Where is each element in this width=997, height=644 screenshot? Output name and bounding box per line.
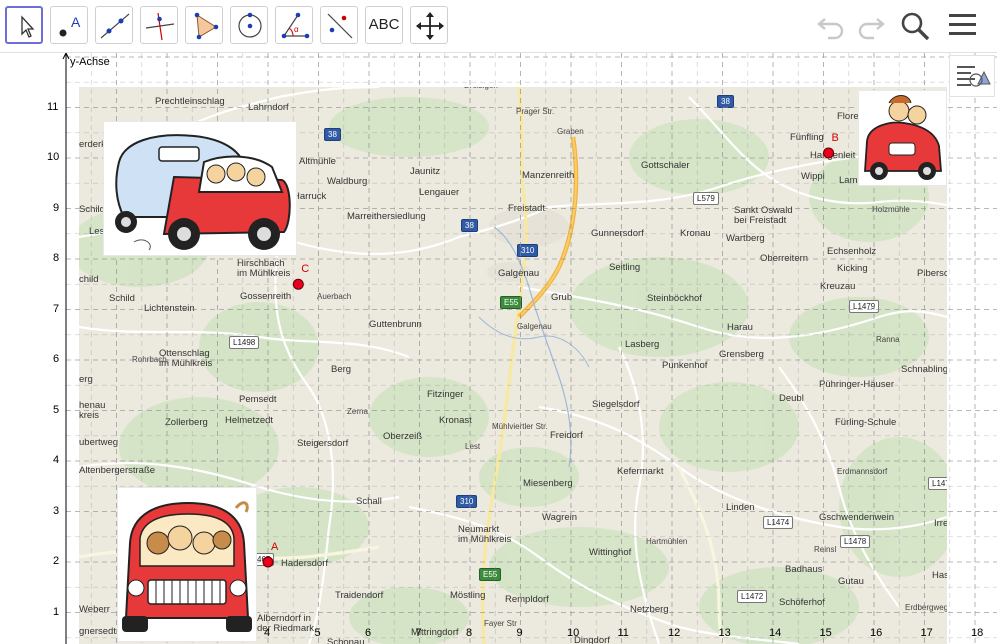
camper-van-illustration (115, 134, 291, 251)
polygon-icon (194, 12, 219, 40)
x-tick-label: 13 (718, 627, 731, 639)
line-tool-button[interactable] (95, 6, 133, 44)
x-tick-label: 11 (617, 627, 629, 639)
reflect-tool-button[interactable] (320, 6, 358, 44)
y-tick-label: 4 (53, 454, 60, 466)
y-tick-label: 5 (53, 403, 60, 416)
angle-icon: α (281, 12, 310, 39)
line-icon (100, 13, 130, 39)
camper-van-cartoon-image[interactable] (103, 121, 297, 256)
point-c[interactable] (292, 278, 304, 290)
graphics-view[interactable]: PrechtleinschlagLahrndorfAltmühleHarruck… (0, 53, 997, 644)
x-tick-label: 6 (365, 627, 372, 639)
menu-icon[interactable] (946, 10, 980, 40)
x-tick-label: 8 (466, 627, 473, 639)
text-tool-button[interactable]: ABC (365, 6, 403, 44)
y-tick-label: 2 (53, 555, 60, 567)
x-tick-label: 16 (870, 627, 883, 639)
x-tick-label: 15 (819, 627, 832, 639)
perpendicular-tool-button[interactable] (140, 6, 178, 44)
point-b[interactable] (823, 147, 835, 159)
toolbar: A α ABC (0, 0, 997, 53)
svg-text:α: α (294, 25, 299, 34)
point-tool-button[interactable]: A (50, 6, 88, 44)
polygon-tool-button[interactable] (185, 6, 223, 44)
point-label-a: A (271, 541, 279, 553)
x-tick-label: 14 (769, 627, 782, 639)
y-tick-label: 10 (47, 151, 60, 163)
redo-icon[interactable] (853, 10, 887, 40)
cursor-arrow-icon (21, 15, 35, 38)
move-tool-button[interactable] (5, 6, 43, 44)
move-arrows-icon (416, 12, 444, 40)
family-car-cartoon-image[interactable] (117, 487, 257, 642)
angle-tool-button[interactable]: α (275, 6, 313, 44)
point-icon: A (59, 14, 81, 37)
undo-icon[interactable] (815, 10, 849, 40)
x-tick-label: 9 (516, 627, 523, 639)
text-tool-label: ABC (368, 16, 400, 33)
reflect-line-icon (327, 13, 353, 39)
x-tick-label: 7 (415, 627, 422, 639)
x-tick-label: 10 (567, 627, 580, 639)
y-tick-label: 8 (53, 252, 60, 264)
style-bar-toggle-button[interactable] (949, 55, 995, 97)
perpendicular-line-icon (145, 12, 175, 41)
red-car-couple-cartoon-image[interactable] (858, 90, 947, 186)
family-car-illustration (122, 501, 252, 632)
move-graphics-tool-button[interactable] (410, 6, 448, 44)
circle-tool-button[interactable] (230, 6, 268, 44)
y-tick-label: 3 (53, 504, 60, 517)
x-tick-label: 17 (920, 627, 933, 639)
point-label-c: C (301, 263, 310, 276)
x-tick-label: 18 (971, 627, 984, 639)
point-a[interactable] (262, 556, 274, 568)
y-axis-label: y-Achse (70, 56, 110, 68)
style-bar-icon (957, 66, 991, 87)
search-icon[interactable] (898, 10, 932, 42)
y-tick-label: 7 (53, 302, 60, 315)
x-tick-label: 4 (264, 627, 271, 639)
red-car-illustration (864, 95, 942, 180)
x-tick-label: 5 (314, 627, 321, 639)
point-label-b: B (831, 131, 839, 144)
y-tick-label: 1 (53, 605, 60, 618)
x-tick-label: 12 (668, 627, 681, 639)
circle-icon (238, 12, 262, 38)
y-tick-label: 6 (53, 353, 60, 365)
y-tick-label: 11 (47, 100, 59, 113)
svg-text:A: A (71, 14, 81, 30)
y-tick-label: 9 (53, 201, 60, 214)
